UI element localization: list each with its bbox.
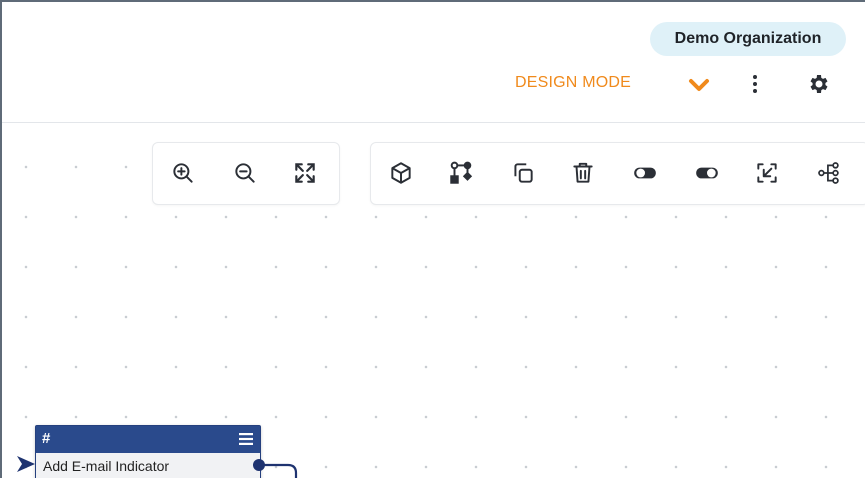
output-port[interactable]	[253, 459, 265, 471]
node-header: #	[36, 426, 260, 453]
toggle-on-icon[interactable]	[693, 159, 721, 187]
design-mode-label[interactable]: DESIGN MODE	[515, 74, 631, 92]
cube-icon[interactable]	[387, 159, 415, 187]
header: Demo Organization DESIGN MODE	[2, 2, 865, 123]
hamburger-menu-icon[interactable]	[239, 433, 253, 445]
organization-badge[interactable]: Demo Organization	[650, 22, 846, 56]
copy-icon[interactable]	[509, 159, 537, 187]
zoom-in-icon[interactable]	[169, 159, 197, 187]
actions-toolbar	[370, 142, 865, 205]
node-label: Add E-mail Indicator	[43, 458, 170, 474]
zoom-toolbar	[152, 142, 340, 205]
input-arrow-icon	[17, 456, 35, 472]
fit-screen-icon[interactable]	[291, 159, 319, 187]
select-area-icon[interactable]	[753, 159, 781, 187]
workflow-node[interactable]: # Add E-mail Indicator	[35, 425, 261, 478]
zoom-out-icon[interactable]	[231, 159, 259, 187]
chevron-down-icon[interactable]	[688, 76, 710, 94]
trash-icon[interactable]	[569, 159, 597, 187]
more-vertical-icon[interactable]	[748, 72, 762, 96]
tree-layout-icon[interactable]	[815, 159, 843, 187]
app-frame: Demo Organization DESIGN MODE # Add E-ma…	[0, 0, 865, 478]
node-type-symbol: #	[42, 430, 51, 447]
gear-icon[interactable]	[807, 72, 831, 96]
connect-nodes-icon[interactable]	[447, 159, 475, 187]
toggle-off-icon[interactable]	[631, 159, 659, 187]
